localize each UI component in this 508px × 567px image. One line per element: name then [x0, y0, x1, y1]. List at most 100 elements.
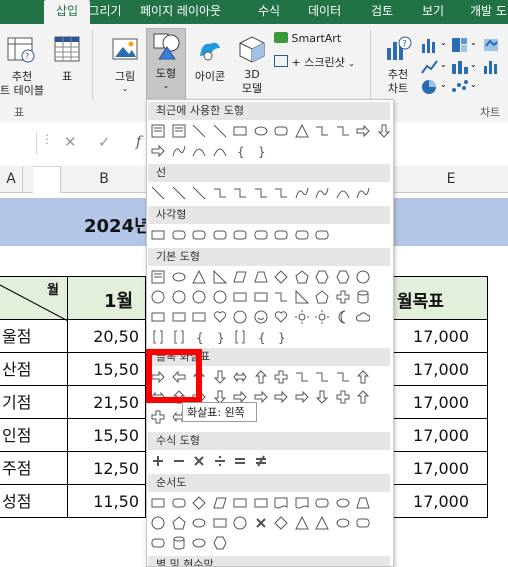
hierarchy-chart-icon[interactable]: [450, 36, 470, 54]
shape-can-icon[interactable]: [172, 536, 186, 550]
shape-braceR-icon[interactable]: }: [254, 144, 268, 158]
shape-rtri-icon[interactable]: [295, 290, 309, 304]
shape-rect-icon[interactable]: [213, 516, 227, 530]
shape-rrect-icon[interactable]: [151, 536, 165, 550]
shape-arrowD-icon[interactable]: [213, 370, 227, 384]
screenshot-button[interactable]: + 스크린샷 ⌄: [274, 54, 355, 70]
shape-oval-icon[interactable]: [336, 496, 350, 510]
shape-rect-icon[interactable]: [192, 310, 206, 324]
enter-icon[interactable]: ✓: [98, 133, 111, 151]
shape-arc-icon[interactable]: [192, 144, 206, 158]
shape-rrect-icon[interactable]: [213, 228, 227, 242]
shape-textbox-icon[interactable]: [151, 124, 165, 138]
tab-view[interactable]: 보기: [422, 0, 444, 24]
column-header-a[interactable]: A: [0, 166, 22, 193]
shape-diamond-icon[interactable]: [192, 496, 206, 510]
shape-circle-icon[interactable]: [233, 310, 247, 324]
shape-oval-icon[interactable]: [254, 124, 268, 138]
shape-arrowU-icon[interactable]: [356, 370, 370, 384]
insert-function-icon[interactable]: f: [136, 134, 141, 150]
shape-heart-icon[interactable]: [274, 310, 288, 324]
shape-rect-icon[interactable]: [151, 228, 165, 242]
name-box[interactable]: [0, 132, 37, 154]
store-cell[interactable]: 성점: [0, 485, 68, 518]
shape-bracket-icon[interactable]: [151, 330, 165, 344]
shape-doc-icon[interactable]: [274, 496, 288, 510]
shape-elbow-icon[interactable]: [295, 370, 309, 384]
pivot-chart-icon[interactable]: [482, 58, 500, 76]
shape-arrowR-icon[interactable]: [295, 390, 309, 404]
shape-divide-icon[interactable]: [213, 454, 227, 468]
tab-page-layout[interactable]: 페이지 레이아웃: [140, 0, 221, 24]
shape-braceR-icon[interactable]: }: [274, 330, 288, 344]
header-cell-month[interactable]: 월: [0, 276, 68, 321]
shape-rect-icon[interactable]: [233, 124, 247, 138]
shape-pent-icon[interactable]: [171, 516, 186, 530]
shape-cross-icon[interactable]: [151, 410, 165, 424]
shapes-button[interactable]: 도형 ⌄: [146, 28, 186, 100]
shape-sun-icon[interactable]: [315, 310, 329, 324]
tab-data[interactable]: 데이터: [308, 0, 341, 24]
column-header-b[interactable]: B: [60, 166, 147, 193]
target-value-cell[interactable]: 17,000: [392, 485, 488, 518]
shape-circle-icon[interactable]: [172, 290, 186, 304]
shape-oval-icon[interactable]: [336, 516, 350, 530]
shape-heart-icon[interactable]: [213, 310, 227, 324]
shape-arrowD-icon[interactable]: [377, 124, 391, 138]
shape-rrect-icon[interactable]: [172, 228, 186, 242]
shape-curve-icon[interactable]: [315, 186, 329, 200]
line-chart-icon[interactable]: [420, 58, 440, 76]
shape-line-icon[interactable]: [192, 186, 206, 200]
shape-rect-icon[interactable]: [254, 496, 268, 510]
shape-doc-icon[interactable]: [295, 496, 309, 510]
shape-tri-icon[interactable]: [294, 516, 309, 530]
shape-circle-icon[interactable]: [213, 290, 227, 304]
cancel-icon[interactable]: ✕: [64, 133, 77, 151]
recommended-charts-button[interactable]: ? 추천 차트: [378, 34, 418, 96]
shape-rrect-icon[interactable]: [315, 228, 329, 242]
shape-elbow-icon[interactable]: [315, 124, 329, 138]
shape-rect-icon[interactable]: [151, 496, 165, 510]
shape-circle-icon[interactable]: [151, 290, 165, 304]
tab-developer[interactable]: 개발 도: [470, 0, 507, 24]
store-cell[interactable]: 기점: [0, 386, 68, 419]
shape-rrect-icon[interactable]: [356, 516, 370, 530]
shape-rrect-icon[interactable]: [233, 228, 247, 242]
shape-pent-icon[interactable]: [294, 270, 309, 284]
shape-rect-icon[interactable]: [233, 496, 247, 510]
shape-rrect-icon[interactable]: [315, 496, 329, 510]
shape-cloud-icon[interactable]: [356, 310, 370, 324]
target-value-cell[interactable]: 17,000: [392, 386, 488, 419]
shape-rrect-icon[interactable]: [274, 124, 288, 138]
pictures-button[interactable]: 그림 ⌄: [106, 34, 144, 94]
jan-value-cell[interactable]: 15,50: [68, 419, 146, 452]
icons-button[interactable]: 아이콘: [190, 34, 230, 84]
shape-smile-icon[interactable]: [254, 310, 268, 324]
shape-hex-icon[interactable]: [335, 270, 350, 284]
column-header-e[interactable]: E: [392, 166, 508, 193]
shape-rect-icon[interactable]: [254, 290, 268, 304]
shape-circle-icon[interactable]: [151, 516, 165, 530]
store-cell[interactable]: 인점: [0, 419, 68, 452]
shape-equal-icon[interactable]: [233, 454, 247, 468]
tab-review[interactable]: 검토: [371, 0, 393, 24]
shape-times-icon[interactable]: [192, 454, 206, 468]
shape-rrect-icon[interactable]: [274, 228, 288, 242]
shape-moon-icon[interactable]: [336, 310, 350, 324]
shape-curve-icon[interactable]: [172, 144, 186, 158]
shape-circle-icon[interactable]: [233, 516, 247, 530]
header-cell-target[interactable]: 월목표: [392, 276, 488, 320]
shape-line-icon[interactable]: [192, 124, 206, 138]
shape-tri-icon[interactable]: [294, 124, 309, 138]
target-value-cell[interactable]: 17,000: [392, 353, 488, 386]
shape-trap-icon[interactable]: [253, 270, 268, 284]
shape-times-icon[interactable]: [254, 516, 268, 530]
shape-elbow-icon[interactable]: [315, 370, 329, 384]
shape-hex-icon[interactable]: [315, 270, 329, 284]
shape-cross-icon[interactable]: [274, 370, 288, 384]
shape-elbow-icon[interactable]: [336, 370, 350, 384]
shape-bracket-icon[interactable]: [233, 330, 247, 344]
jan-value-cell[interactable]: 12,50: [68, 452, 146, 485]
pie-chart-icon[interactable]: [420, 78, 440, 96]
target-value-cell[interactable]: 17,000: [392, 320, 488, 353]
